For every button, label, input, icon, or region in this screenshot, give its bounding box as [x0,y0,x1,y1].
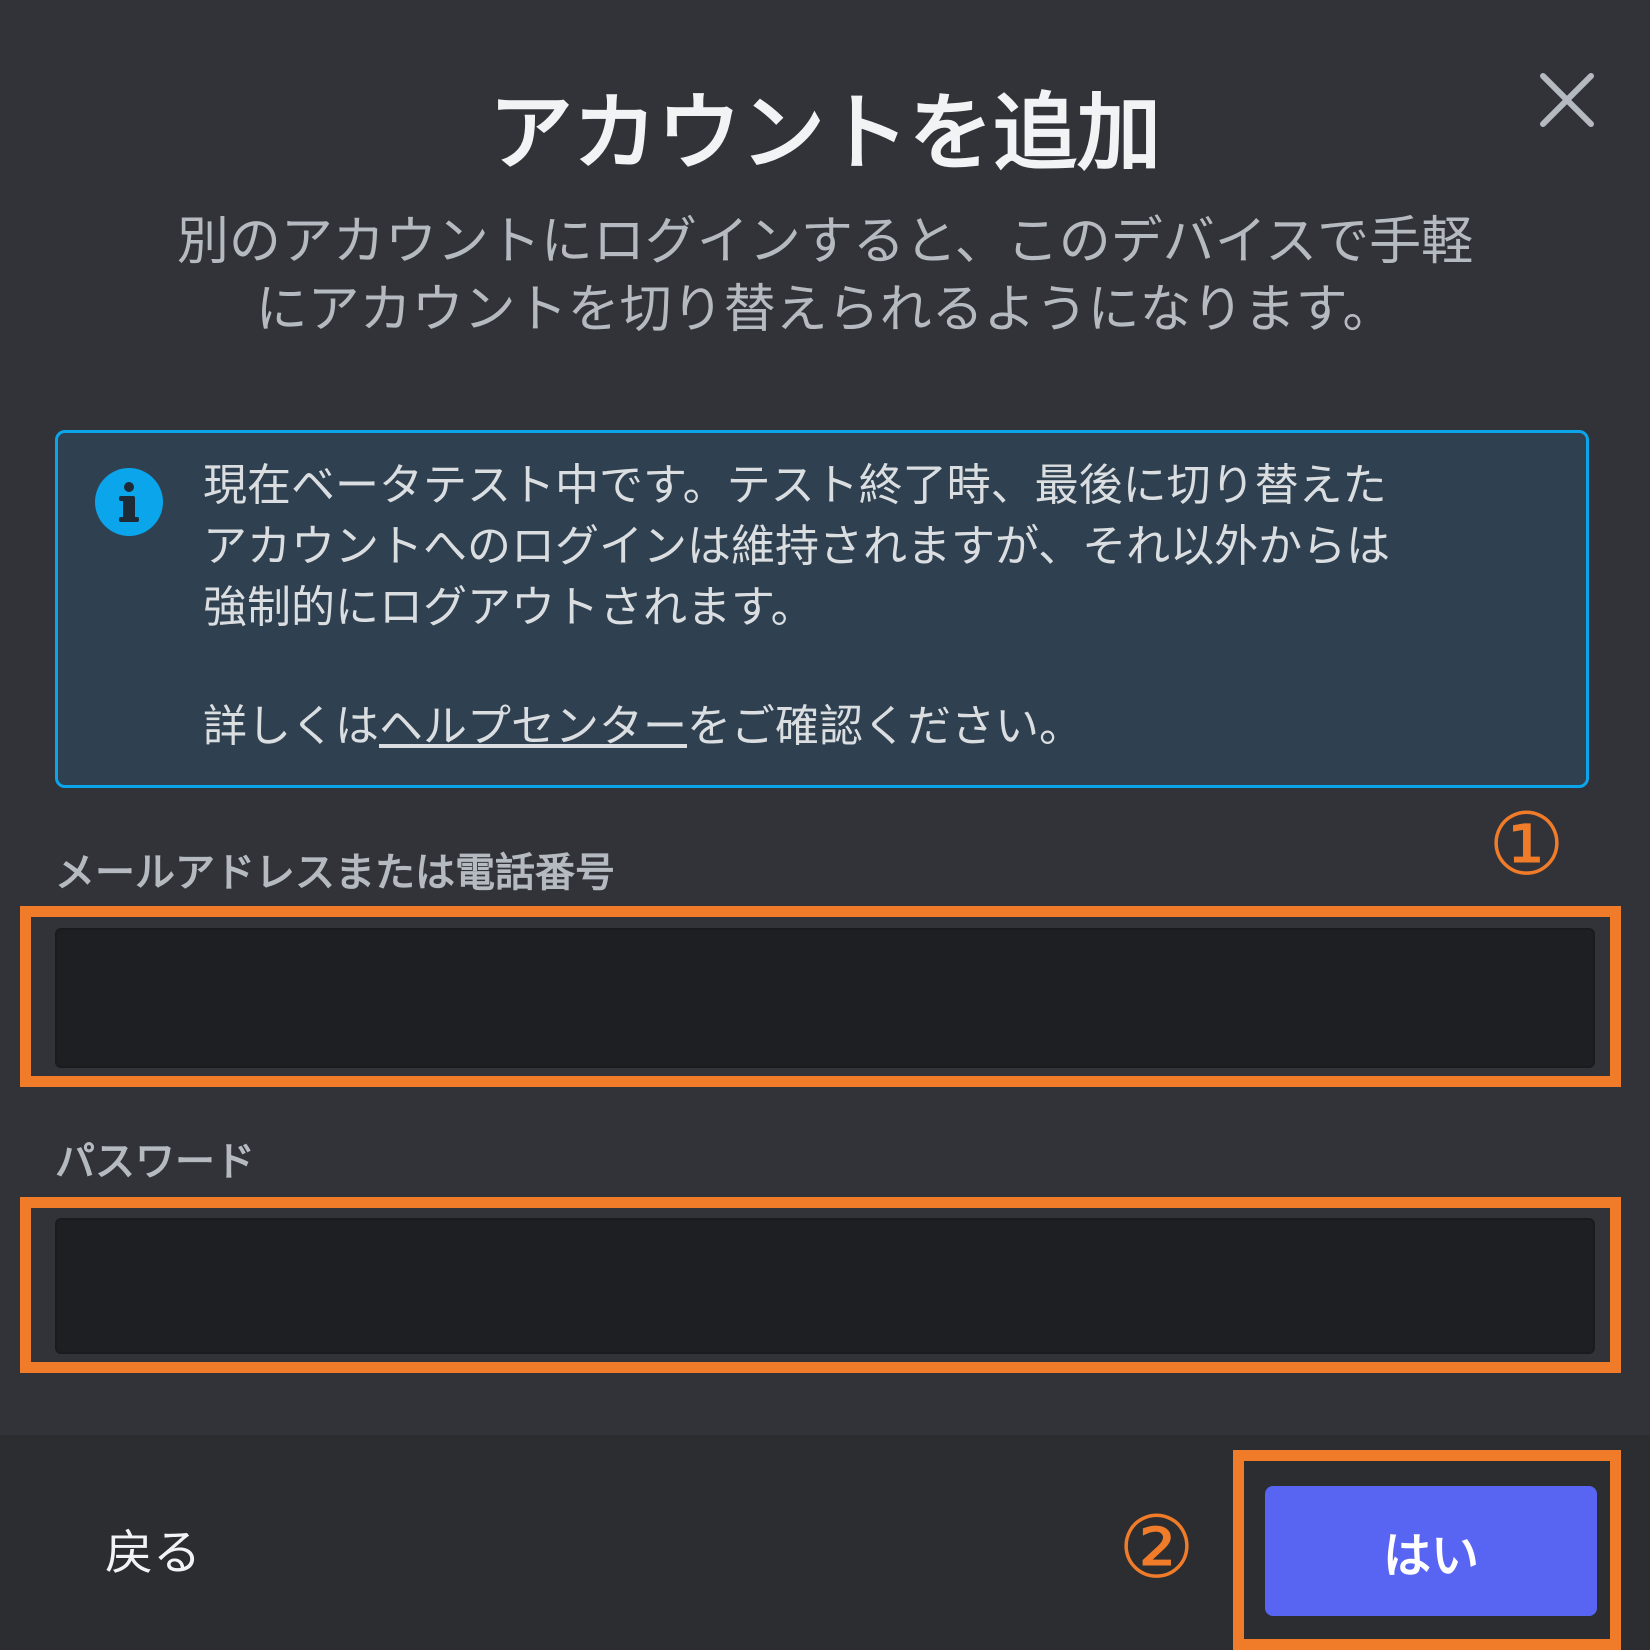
notice-line: アカウントへのログインは維持されますが、それ以外からは [203,521,1391,572]
add-account-dialog: アカウントを追加 別のアカウントにログインすると、このデバイスで手軽 にアカウン… [0,0,1650,1650]
notice-help-line: 詳しくはヘルプセンターをご確認ください。 [203,696,1573,757]
dialog-subtitle: 別のアカウントにログインすると、このデバイスで手軽 にアカウントを切り替えられる… [120,208,1530,344]
step-2-marker: ② [1118,1498,1196,1598]
password-label: パスワード [55,1139,255,1185]
step-1-marker: ① [1488,795,1566,895]
notice-line: 現在ベータテスト中です。テスト終了時、最後に切り替えた [203,460,1387,511]
back-button[interactable]: 戻る [105,1522,201,1584]
help-suffix: をご確認ください。 [687,701,1083,752]
password-field[interactable] [55,1218,1595,1354]
help-center-link[interactable]: ヘルプセンター [379,701,687,752]
notice-spacer [203,638,1573,696]
beta-notice: 現在ベータテスト中です。テスト終了時、最後に切り替えた アカウントへのログインは… [55,430,1589,788]
email-label: メールアドレスまたは電話番号 [55,850,615,896]
yes-button[interactable]: はい [1265,1486,1597,1616]
email-field[interactable] [55,928,1595,1068]
subtitle-line: にアカウントを切り替えられるようになります。 [255,280,1395,340]
dialog-title: アカウントを追加 [488,84,1161,182]
notice-line: 強制的にログアウトされます。 [203,582,815,633]
help-prefix: 詳しくは [203,701,379,752]
subtitle-line: 別のアカウントにログインすると、このデバイスで手軽 [176,212,1474,272]
notice-text: 現在ベータテスト中です。テスト終了時、最後に切り替えた アカウントへのログインは… [203,455,1573,757]
info-icon [94,467,164,537]
